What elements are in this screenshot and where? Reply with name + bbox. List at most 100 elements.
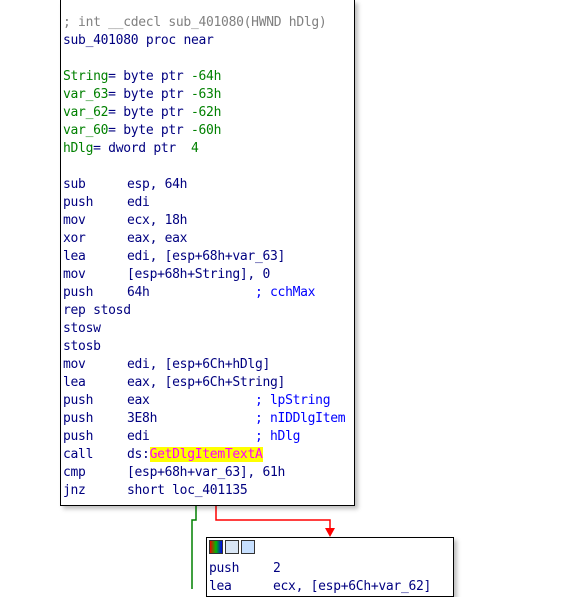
stack-var-line: var_63= byte ptr -63h [63,86,354,104]
stack-var-sep: = [108,123,124,138]
instruction-operand: ds:GetDlgItemTextA [127,447,263,462]
function-signature-comment: ; int __cdecl sub_401080(HWND hDlg) [63,15,327,30]
instruction-mnemonic: lea [209,579,232,594]
stack-var-line: var_60= byte ptr -60h [63,122,354,140]
instruction-line[interactable]: push edi ; hDlg [63,428,354,446]
stack-var-name[interactable]: String [63,69,108,84]
instruction-line[interactable]: stosw [63,320,354,338]
proc-keyword: proc near [145,33,214,48]
disassembly-listing: ; int __cdecl sub_401080(HWND hDlg) sub_… [63,14,354,500]
instruction-mnemonic: push [63,411,94,426]
instruction-operand[interactable]: short loc_401135 [127,483,248,498]
stack-var-offset: -60h [190,123,222,138]
stack-var-sep: = [108,69,124,84]
proc-declaration: sub_401080 proc near [63,32,354,50]
stack-variables: String= byte ptr -64h var_63= byte ptr -6… [63,68,354,158]
instruction-operand[interactable]: eax [127,393,150,408]
instruction-operand[interactable]: eax, eax [127,231,188,246]
stack-var-sep: = [108,87,124,102]
instruction-operand[interactable]: edi, [esp+6Ch+hDlg] [127,357,270,372]
instruction-operand[interactable]: ecx, [esp+6Ch+var_62] [273,579,431,594]
instruction-line[interactable]: lea edi, [esp+68h+var_63] [63,248,354,266]
instruction-line[interactable]: lea eax, [esp+6Ch+String] [63,374,354,392]
stack-var-sep: = [108,105,124,120]
instruction-line[interactable]: push eax ; lpString [63,392,354,410]
ida-graph-view[interactable]: ; int __cdecl sub_401080(HWND hDlg) sub_… [0,0,578,597]
stack-var-type: byte ptr [123,105,184,120]
instruction-mnemonic: lea [63,375,86,390]
instruction-mnemonic: cmp [63,465,86,480]
next-block-listing: push 2 lea ecx, [esp+6Ch+var_62] [209,560,453,596]
instruction-line[interactable]: push 64h ; cchMax [63,284,354,302]
instruction-line[interactable]: push 2 [209,560,453,578]
stack-var-line: String= byte ptr -64h [63,68,354,86]
instruction-mnemonic: jnz [63,483,86,498]
instruction-mnemonic: sub [63,177,86,192]
proc-name[interactable]: sub_401080 [63,33,139,48]
instruction-operand[interactable]: edi [127,429,150,444]
edge-fallthrough [191,506,197,589]
instruction-mnemonic: lea [63,249,86,264]
instruction-operand[interactable]: 64h [127,285,150,300]
instruction-operand[interactable]: [esp+68h+var_63], 61h [127,465,285,480]
instruction-line[interactable]: push edi [63,194,354,212]
stack-var-line: hDlg= dword ptr 4 [63,140,354,158]
instruction-operand[interactable]: 3E8h [127,411,157,426]
instruction-mnemonic: push [209,561,240,576]
stack-var-offset: 4 [183,141,199,156]
import-function-name[interactable]: GetDlgItemTextA [149,447,263,462]
instruction-mnemonic: mov [63,213,86,228]
instruction-operand[interactable]: 2 [273,561,281,576]
instruction-mnemonic: push [63,429,94,444]
stack-var-name[interactable]: var_63 [63,87,108,102]
instruction-comment: ; nIDDlgItem [254,411,346,426]
block-graph-icon[interactable] [241,540,255,554]
block-toolbar [209,540,255,556]
instruction-comment: ; hDlg [254,429,301,444]
edge-branch-taken [215,506,331,530]
stack-var-sep: = [93,141,109,156]
instruction-line[interactable]: mov [esp+68h+String], 0 [63,266,354,284]
block-color-icon[interactable] [209,540,223,554]
instruction-mnemonic: call [63,447,94,462]
instruction-line[interactable]: rep stosd [63,302,354,320]
instruction-mnemonic: rep stosd [63,303,131,318]
instruction-line[interactable]: cmp [esp+68h+var_63], 61h [63,464,354,482]
instruction-mnemonic: mov [63,357,86,372]
instruction-line[interactable]: mov ecx, 18h [63,212,354,230]
instruction-comment: ; cchMax [254,285,316,300]
instruction-line[interactable]: stosb [63,338,354,356]
instruction-mnemonic: mov [63,267,86,282]
instruction-mnemonic: push [63,195,94,210]
code-block-next[interactable]: push 2 lea ecx, [esp+6Ch+var_62] [206,537,454,597]
instruction-operand[interactable]: edi [127,195,150,210]
instructions: sub esp, 64h push edi mov ecx, 18h xor eax, eax… [63,176,354,500]
instruction-operand[interactable]: eax, [esp+6Ch+String] [127,375,285,390]
code-block-sub_401080[interactable]: ; int __cdecl sub_401080(HWND hDlg) sub_… [60,0,355,506]
instruction-line[interactable]: jnz short loc_401135 [63,482,354,500]
instruction-mnemonic: push [63,285,94,300]
instruction-mnemonic: stosb [63,339,101,354]
stack-var-name[interactable]: hDlg [63,141,93,156]
instruction-operand[interactable]: [esp+68h+String], 0 [127,267,270,282]
stack-var-name[interactable]: var_62 [63,105,108,120]
block-edit-icon[interactable] [225,540,239,554]
instruction-line[interactable]: lea ecx, [esp+6Ch+var_62] [209,578,453,596]
instruction-operand[interactable]: ecx, 18h [127,213,188,228]
instruction-line[interactable]: call ds:GetDlgItemTextA [63,446,354,464]
stack-var-line: var_62= byte ptr -62h [63,104,354,122]
instruction-operand[interactable]: esp, 64h [127,177,188,192]
instruction-mnemonic: xor [63,231,86,246]
stack-var-offset: -63h [190,87,222,102]
instruction-operand[interactable]: edi, [esp+68h+var_63] [127,249,285,264]
stack-var-name[interactable]: var_60 [63,123,108,138]
instruction-comment: ; lpString [254,393,331,408]
stack-var-type: dword ptr [108,141,176,156]
instruction-line[interactable]: push 3E8h ; nIDDlgItem [63,410,354,428]
instruction-line[interactable]: xor eax, eax [63,230,354,248]
stack-var-type: byte ptr [123,69,184,84]
instruction-line[interactable]: sub esp, 64h [63,176,354,194]
instruction-line[interactable]: mov edi, [esp+6Ch+hDlg] [63,356,354,374]
instruction-mnemonic: stosw [63,321,101,336]
